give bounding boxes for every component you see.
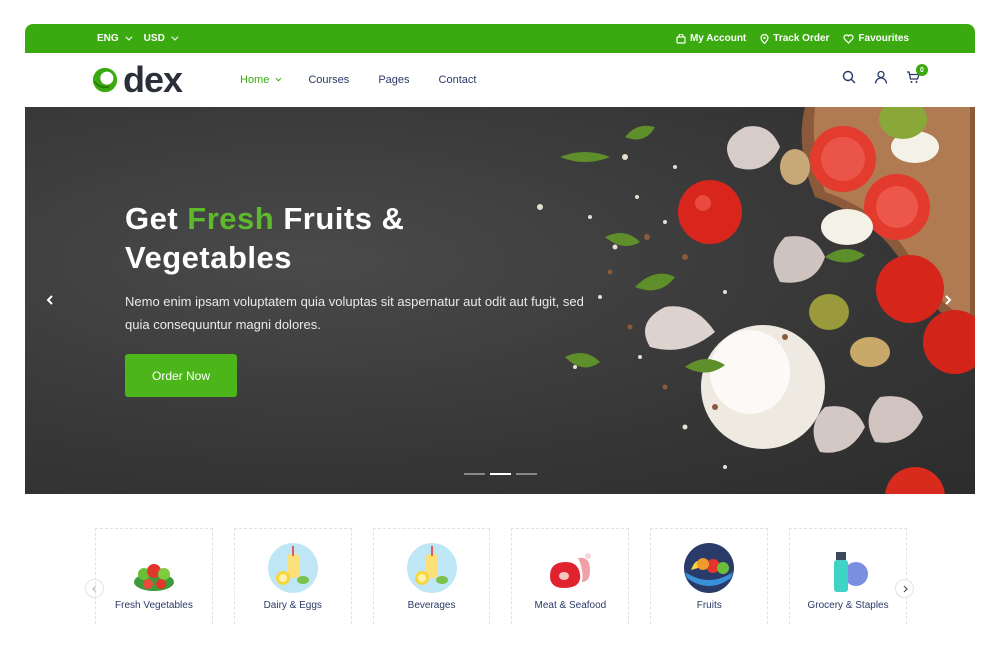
nav-item-pages[interactable]: Pages [378, 74, 409, 86]
hero-title-part1: Get [125, 201, 188, 236]
vegetables-icon [133, 564, 174, 591]
category-next-button[interactable] [895, 579, 914, 598]
chevron-down-icon [171, 33, 179, 41]
logo-text: dex [123, 59, 183, 100]
nav-pages-label: Pages [378, 74, 410, 86]
category-label: Fruits [696, 600, 722, 611]
category-label: Grocery & Staples [807, 600, 889, 611]
category-card[interactable]: Meat & Seafood [511, 528, 630, 624]
chevron-right-icon [903, 585, 908, 592]
nav-contact-label: Contact [438, 74, 477, 86]
prev-slide-icon[interactable] [43, 293, 57, 307]
my-account-label: My Account [689, 33, 747, 44]
hero-title-part2: Fruits & [274, 201, 405, 236]
track-order-label: Track Order [773, 33, 830, 44]
dairy-icon [267, 543, 318, 593]
language-selector[interactable]: ENG [97, 33, 133, 44]
beverage-icon [406, 543, 457, 593]
chevron-down-icon [125, 33, 133, 41]
hero-title-line2: Vegetables [125, 240, 292, 275]
track-order-link[interactable]: Track Order [760, 33, 829, 44]
slide-indicators [464, 473, 537, 475]
category-card[interactable]: Beverages [372, 528, 491, 624]
language-label: ENG [97, 33, 119, 44]
slide-dot[interactable] [464, 473, 485, 475]
user-icon[interactable] [874, 70, 888, 84]
category-card[interactable]: Dairy & Eggs [233, 528, 352, 624]
bag-icon [676, 33, 686, 44]
nav-item-courses[interactable]: Courses [308, 74, 349, 86]
nav-home-label: Home [240, 74, 270, 86]
top-bar: ENG USD My Account Track Order Favourite… [25, 24, 975, 53]
hero-slider: Get Fresh Fruits & Vegetables Nemo enim … [25, 107, 975, 494]
search-icon[interactable] [842, 70, 856, 84]
hero-title: Get Fresh Fruits & Vegetables [125, 199, 445, 277]
page-frame: ENG USD My Account Track Order Favourite… [25, 24, 975, 624]
slide-dot[interactable] [516, 473, 537, 475]
favourites-link[interactable]: Favourites [843, 33, 909, 44]
category-card[interactable]: Fruits [650, 528, 769, 624]
chevron-down-icon [275, 75, 282, 82]
cart-button[interactable]: 0 [906, 64, 928, 84]
currency-label: USD [143, 33, 165, 44]
category-label: Beverages [407, 600, 456, 611]
category-label: Fresh Vegetables [115, 600, 193, 611]
nav-item-home[interactable]: Home [240, 74, 282, 86]
currency-selector[interactable]: USD [143, 33, 179, 44]
logo[interactable]: dex [91, 62, 240, 98]
hero-subtitle: Nemo enim ipsam voluptatem quia voluptas… [125, 294, 584, 332]
grocery-icon [834, 552, 869, 592]
order-now-button[interactable]: Order Now [125, 354, 237, 397]
header-icons: 0 [842, 64, 928, 84]
location-pin-icon [760, 33, 769, 44]
hero-title-highlight: Fresh [187, 201, 275, 236]
nav-courses-label: Courses [308, 74, 350, 86]
favourites-label: Favourites [858, 33, 909, 44]
logo-mark-icon [92, 67, 118, 93]
my-account-link[interactable]: My Account [676, 33, 746, 44]
main-header: dex Home Courses Pages Contact 0 [25, 53, 975, 107]
cart-count-badge: 0 [916, 64, 928, 76]
meat-icon [550, 553, 592, 588]
main-nav: Home Courses Pages Contact [240, 74, 476, 86]
slide-dot-active[interactable] [490, 473, 511, 475]
heart-icon [843, 33, 854, 44]
category-card[interactable]: Fresh Vegetables [95, 528, 213, 624]
category-list: Fresh Vegetables Dairy & Eggs Beverages [95, 528, 907, 624]
category-label: Meat & Seafood [534, 600, 607, 611]
fruits-icon [684, 543, 735, 593]
nav-item-contact[interactable]: Contact [439, 74, 477, 86]
next-slide-icon[interactable] [941, 293, 955, 307]
category-label: Dairy & Eggs [263, 600, 322, 611]
category-card[interactable]: Grocery & Staples [789, 528, 907, 624]
